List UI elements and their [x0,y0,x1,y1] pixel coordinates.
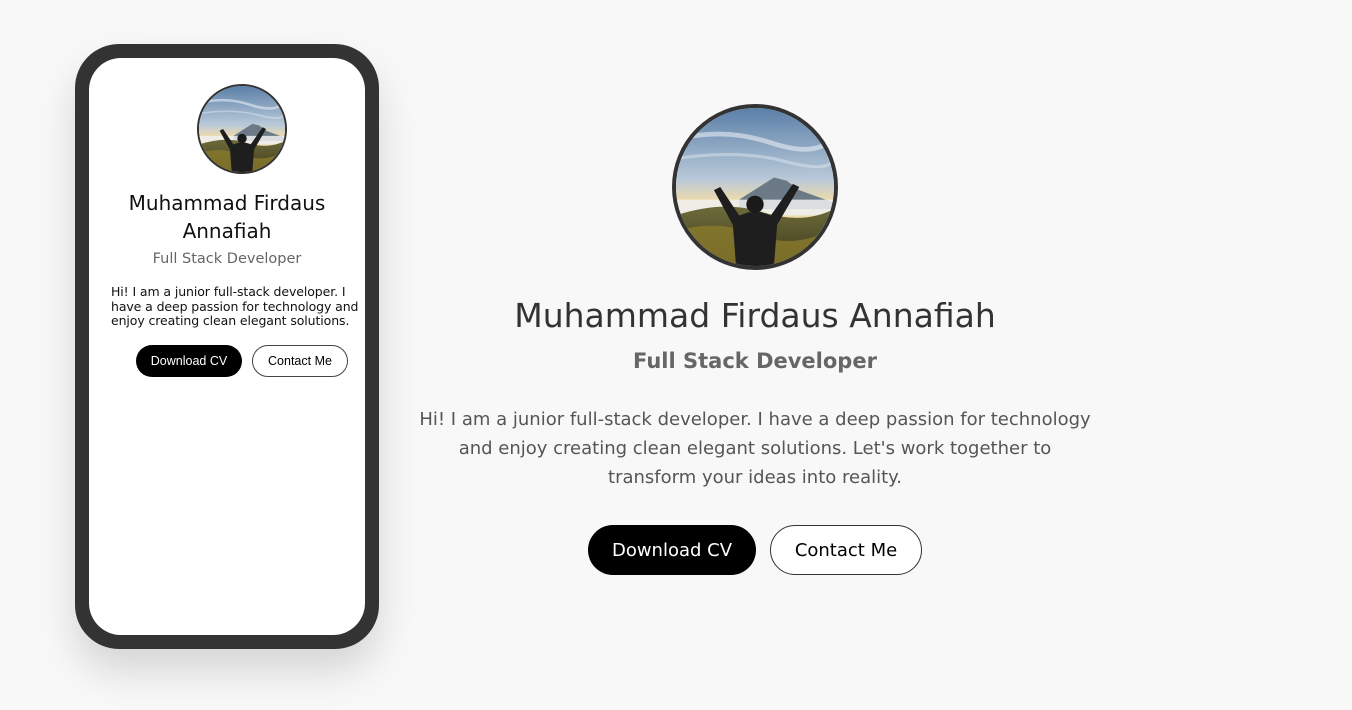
mobile-profile-bio: Hi! I am a junior full-stack developer. … [111,284,359,328]
phone-screen: Muhammad Firdaus Annafiah Full Stack Dev… [89,58,365,635]
phone-mockup: Muhammad Firdaus Annafiah Full Stack Dev… [75,44,379,649]
mobile-profile-name: Muhammad Firdaus Annafiah [128,191,326,243]
profile-bio: Hi! I am a junior full-stack developer. … [419,409,1091,488]
profile-role: Full Stack Developer [633,349,877,373]
profile-name: Muhammad Firdaus Annafiah [514,296,996,335]
download-cv-button[interactable]: Download CV [588,525,756,575]
contact-me-button[interactable]: Contact Me [770,525,922,575]
desktop-avatar [672,104,838,270]
mobile-profile-role: Full Stack Developer [152,251,302,267]
profile-photo-icon [676,108,834,266]
mobile-contact-me-button[interactable]: Contact Me [252,345,348,377]
mobile-download-cv-button[interactable]: Download CV [136,345,242,377]
profile-photo-icon [199,86,285,172]
mobile-avatar [197,84,287,174]
